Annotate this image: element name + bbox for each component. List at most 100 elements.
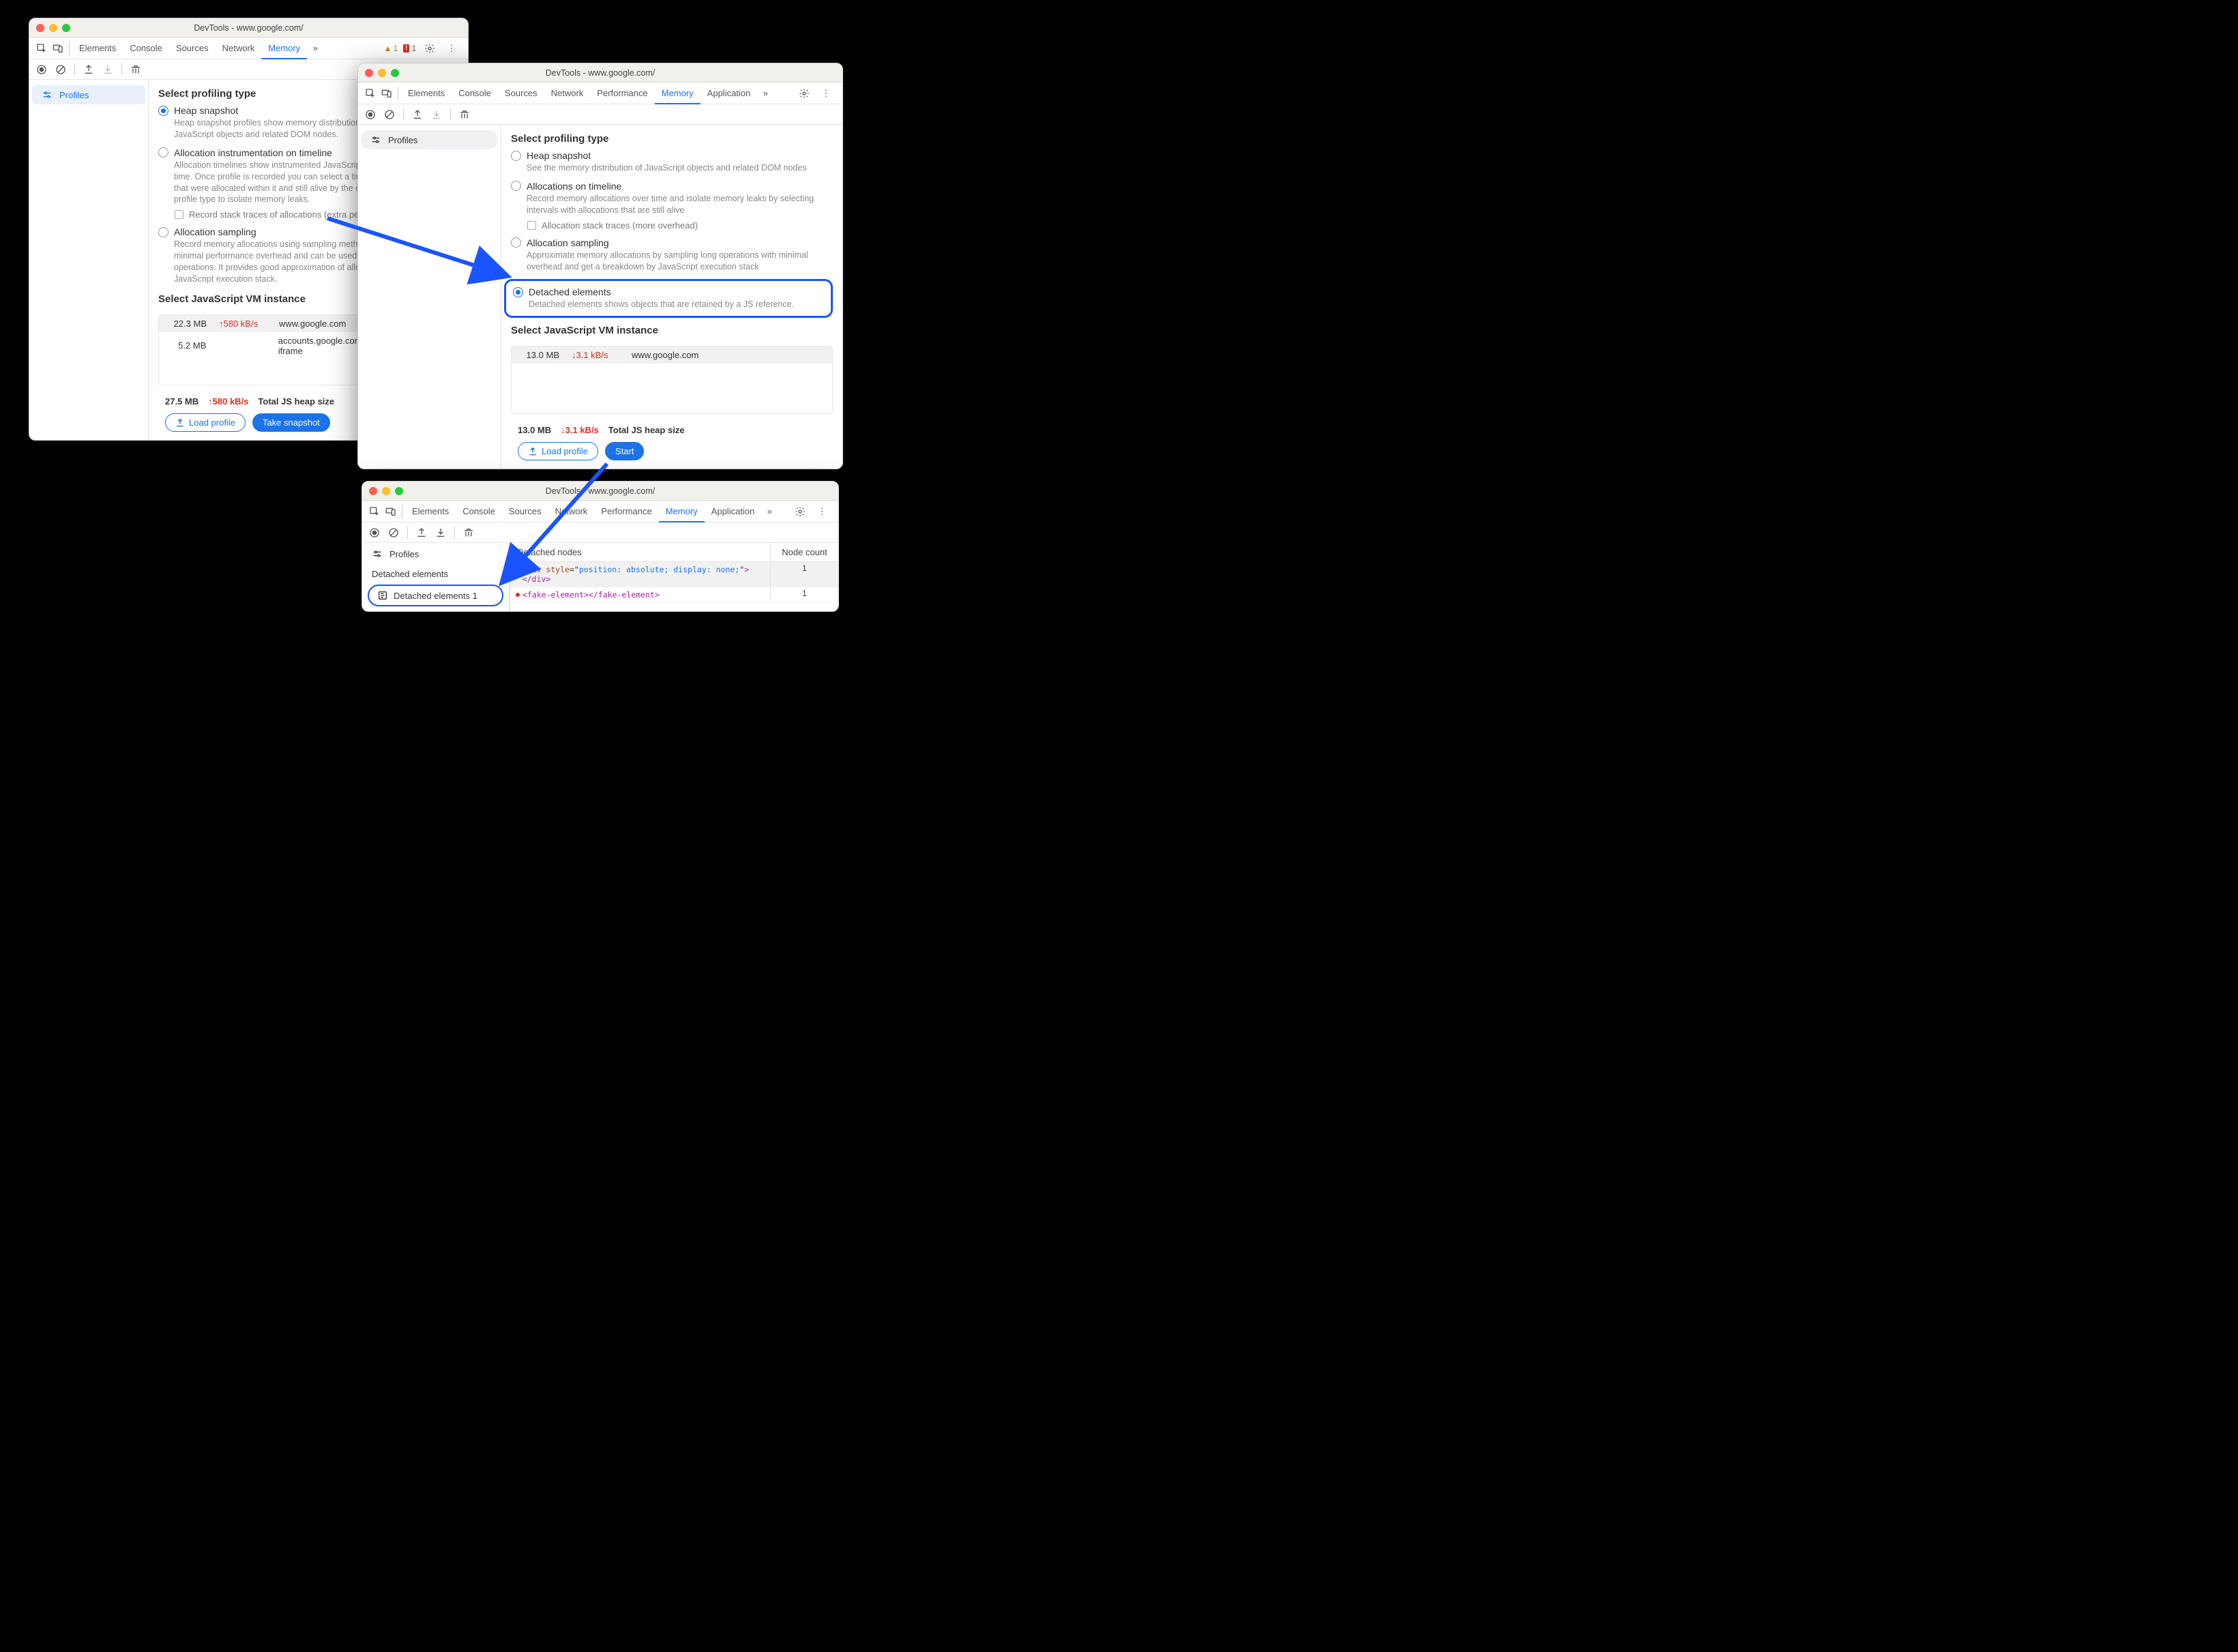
tab-network[interactable]: Network	[548, 501, 595, 522]
device-icon[interactable]	[383, 503, 399, 520]
tab-network[interactable]: Network	[216, 38, 262, 59]
titlebar: DevTools - www.google.com/	[362, 482, 838, 501]
record-icon[interactable]	[366, 525, 383, 541]
take-snapshot-button[interactable]: Take snapshot	[252, 413, 330, 432]
panel-tabs: Elements Console Sources Network Memory …	[29, 38, 468, 59]
maximize-window-button[interactable]	[62, 24, 70, 32]
record-icon[interactable]	[362, 106, 379, 123]
checkbox-icon[interactable]	[175, 210, 183, 219]
devtools-window-2: DevTools - www.google.com/ Elements Cons…	[357, 63, 843, 469]
close-window-button[interactable]	[369, 487, 377, 495]
traffic-lights	[365, 69, 399, 77]
radio-icon[interactable]	[158, 147, 168, 158]
settings-icon[interactable]	[422, 40, 438, 57]
total-heap: 13.0 MB ↓3.1 kB/s Total JS heap size	[518, 425, 833, 435]
record-icon[interactable]	[33, 61, 50, 78]
tab-elements[interactable]: Elements	[72, 38, 123, 59]
tab-network[interactable]: Network	[544, 83, 591, 104]
download-icon[interactable]	[100, 61, 116, 78]
minimize-window-button[interactable]	[49, 24, 57, 32]
load-profile-button[interactable]: Load profile	[165, 413, 246, 432]
column-node-count: Node count	[770, 543, 838, 561]
inspect-icon[interactable]	[33, 40, 50, 57]
tab-sources[interactable]: Sources	[498, 83, 544, 104]
tab-console[interactable]: Console	[452, 83, 498, 104]
column-detached-nodes: Detached nodes	[510, 543, 770, 561]
option-detached-elements-highlighted: Detached elements Detached elements show…	[504, 279, 833, 318]
device-icon[interactable]	[379, 85, 395, 102]
kebab-icon[interactable]: ⋮	[443, 40, 460, 57]
maximize-window-button[interactable]	[391, 69, 399, 77]
tab-application[interactable]: Application	[701, 83, 758, 104]
sidebar-item-detached-1[interactable]: Detached elements 1	[368, 585, 503, 606]
radio-icon[interactable]	[513, 287, 523, 297]
tab-memory[interactable]: Memory	[655, 83, 701, 104]
more-tabs-icon[interactable]: »	[761, 503, 778, 520]
close-window-button[interactable]	[365, 69, 373, 77]
close-window-button[interactable]	[36, 24, 44, 32]
minimize-window-button[interactable]	[382, 487, 390, 495]
option-detached-elements[interactable]: Detached elements Detached elements show…	[513, 286, 824, 310]
upload-icon[interactable]	[409, 106, 426, 123]
errors-badge[interactable]: !1	[403, 44, 416, 53]
clear-icon[interactable]	[381, 106, 398, 123]
option-heap-snapshot[interactable]: Heap snapshot See the memory distributio…	[511, 150, 833, 174]
radio-icon[interactable]	[511, 237, 521, 248]
gc-icon[interactable]	[128, 61, 144, 78]
window-title: DevTools - www.google.com/	[362, 486, 838, 496]
tab-sources[interactable]: Sources	[502, 501, 548, 522]
clear-icon[interactable]	[385, 525, 402, 541]
minimize-window-button[interactable]	[378, 69, 386, 77]
sidebar-item-profiles[interactable]: Profiles	[32, 85, 145, 104]
inspect-icon[interactable]	[362, 85, 379, 102]
settings-icon[interactable]	[796, 85, 812, 102]
option-allocations-timeline[interactable]: Allocations on timeline Record memory al…	[511, 181, 833, 231]
radio-icon[interactable]	[158, 106, 168, 116]
tab-console[interactable]: Console	[456, 501, 502, 522]
more-tabs-icon[interactable]: »	[757, 85, 774, 102]
download-icon[interactable]	[428, 106, 445, 123]
option-allocation-sampling[interactable]: Allocation sampling Approximate memory a…	[511, 237, 833, 273]
gc-icon[interactable]	[460, 525, 477, 541]
checkbox-icon[interactable]	[527, 221, 536, 230]
radio-icon[interactable]	[511, 151, 521, 161]
tab-performance[interactable]: Performance	[590, 83, 654, 104]
kebab-icon[interactable]: ⋮	[818, 85, 834, 102]
table-row[interactable]: <div style="position: absolute; display:…	[510, 562, 838, 587]
radio-icon[interactable]	[158, 227, 168, 237]
tab-elements[interactable]: Elements	[401, 83, 452, 104]
panel-tabs: Elements Console Sources Network Perform…	[358, 83, 842, 104]
upload-icon[interactable]	[413, 525, 430, 541]
start-button[interactable]: Start	[605, 442, 644, 460]
vm-row[interactable]: 13.0 MB ↓3.1 kB/s www.google.com	[512, 346, 832, 364]
settings-icon[interactable]	[792, 503, 808, 520]
inspect-icon[interactable]	[366, 503, 383, 520]
traffic-lights	[36, 24, 70, 32]
warnings-badge[interactable]: ▲ 1	[384, 44, 398, 53]
tab-console[interactable]: Console	[123, 38, 169, 59]
sidebar-item-profiles[interactable]: Profiles	[362, 544, 509, 563]
kebab-icon[interactable]: ⋮	[814, 503, 830, 520]
more-tabs-icon[interactable]: »	[307, 40, 323, 57]
sidebar-item-profiles[interactable]: Profiles	[361, 130, 498, 149]
device-icon[interactable]	[50, 40, 66, 57]
clear-icon[interactable]	[53, 61, 69, 78]
tab-memory[interactable]: Memory	[261, 38, 307, 59]
sidebar-section-detached: Detached elements	[362, 563, 509, 585]
traffic-lights	[369, 487, 403, 495]
sidebar: Profiles	[358, 125, 501, 469]
maximize-window-button[interactable]	[395, 487, 403, 495]
upload-icon[interactable]	[80, 61, 97, 78]
tab-memory[interactable]: Memory	[659, 501, 705, 522]
tab-elements[interactable]: Elements	[405, 501, 456, 522]
gc-icon[interactable]	[456, 106, 473, 123]
load-profile-button[interactable]: Load profile	[518, 442, 598, 460]
checkbox-stack-traces[interactable]: Allocation stack traces (more overhead)	[511, 220, 833, 231]
tab-performance[interactable]: Performance	[594, 501, 658, 522]
heap-rate: ↓3.1 kB/s	[561, 425, 599, 435]
radio-icon[interactable]	[511, 181, 521, 191]
tab-sources[interactable]: Sources	[169, 38, 216, 59]
table-row[interactable]: <fake-element></fake-element> 1	[510, 587, 838, 603]
download-icon[interactable]	[432, 525, 449, 541]
tab-application[interactable]: Application	[705, 501, 762, 522]
